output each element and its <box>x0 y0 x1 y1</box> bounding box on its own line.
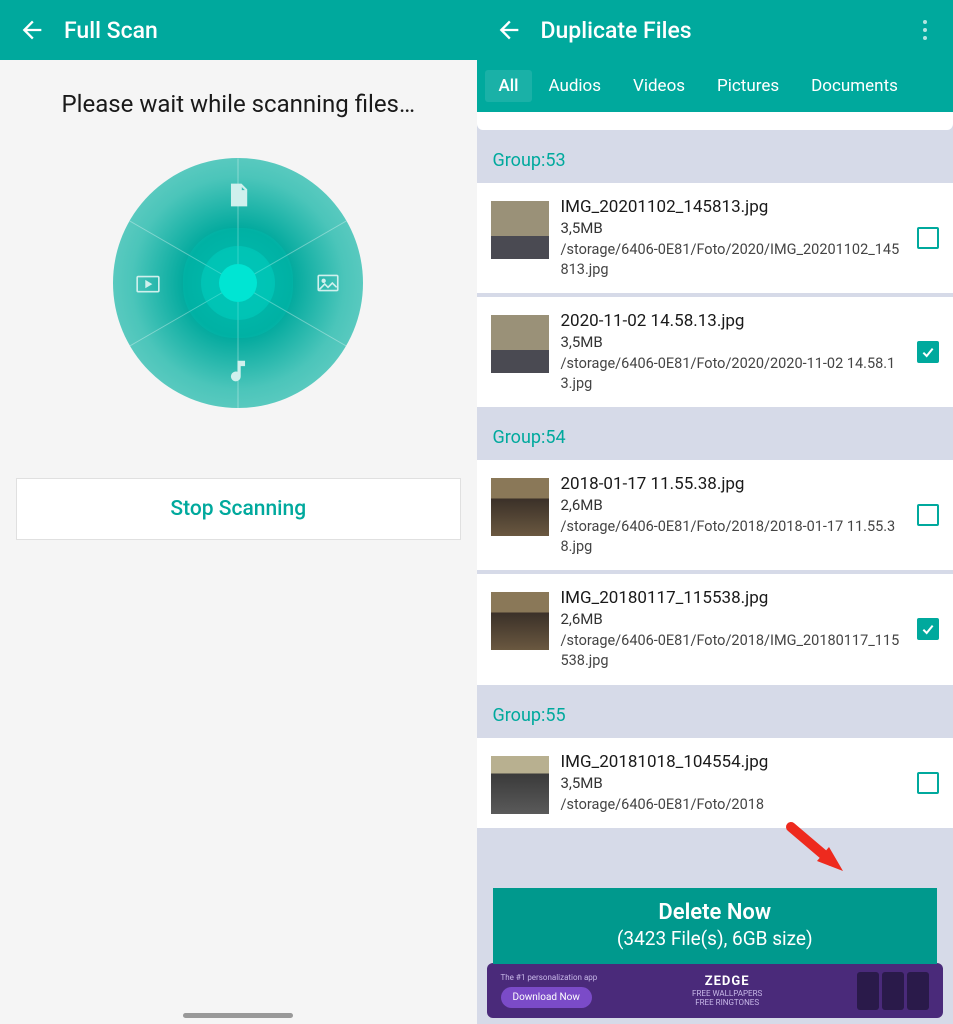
file-size: 2,6MB <box>561 496 906 514</box>
full-scan-screen: Full Scan Please wait while scanning fil… <box>0 0 477 1024</box>
scan-status-text: Please wait while scanning files… <box>62 90 416 118</box>
file-row[interactable]: IMG_20201102_145813.jpg 3,5MB /storage/6… <box>477 183 953 293</box>
tab-all[interactable]: All <box>485 70 533 102</box>
ad-tagline: The #1 personalization app <box>501 973 598 982</box>
file-row[interactable]: IMG_20180117_115538.jpg 2,6MB /storage/6… <box>477 574 953 684</box>
ad-banner[interactable]: The #1 personalization app Download Now … <box>487 963 944 1018</box>
duplicate-files-screen: Duplicate Files All Audios Videos Pictur… <box>477 0 953 1024</box>
file-name: IMG_20181018_104554.jpg <box>561 752 906 772</box>
file-row[interactable]: 2018-01-17 11.55.38.jpg 2,6MB /storage/6… <box>477 460 953 570</box>
file-path: /storage/6406-0E81/Foto/2020/2020-11-02 … <box>561 354 906 393</box>
file-name: IMG_20201102_145813.jpg <box>561 197 906 217</box>
file-path: /storage/6406-0E81/Foto/2018 <box>561 795 906 815</box>
file-name: 2018-01-17 11.55.38.jpg <box>561 474 906 494</box>
scan-content: Please wait while scanning files… Stop S… <box>0 60 477 1024</box>
file-thumbnail <box>491 478 549 536</box>
back-button[interactable] <box>16 14 48 46</box>
ad-download-button[interactable]: Download Now <box>501 987 592 1008</box>
file-checkbox[interactable] <box>917 618 939 640</box>
ad-brand: ZEDGE <box>611 974 843 989</box>
topbar-right: Duplicate Files <box>477 0 953 60</box>
arrow-back-icon <box>18 16 46 44</box>
filter-tabs: All Audios Videos Pictures Documents <box>477 60 953 112</box>
delete-now-button[interactable]: Delete Now (3423 File(s), 6GB size) <box>493 888 938 964</box>
file-size: 3,5MB <box>561 333 906 351</box>
ad-line: FREE RINGTONES <box>611 998 843 1007</box>
file-thumbnail <box>491 756 549 814</box>
group-header: Group:55 <box>477 685 953 738</box>
group-header: Group:53 <box>477 130 953 183</box>
delete-subtitle: (3423 File(s), 6GB size) <box>493 927 938 950</box>
page-title: Full Scan <box>64 17 461 44</box>
file-thumbnail <box>491 201 549 259</box>
topbar-left: Full Scan <box>0 0 477 60</box>
tab-audios[interactable]: Audios <box>532 68 617 104</box>
arrow-back-icon <box>495 16 523 44</box>
tab-pictures[interactable]: Pictures <box>701 68 795 104</box>
file-thumbnail <box>491 315 549 373</box>
file-path: /storage/6406-0E81/Foto/2018/2018-01-17 … <box>561 517 906 556</box>
tab-videos[interactable]: Videos <box>617 68 701 104</box>
file-name: 2020-11-02 14.58.13.jpg <box>561 311 906 331</box>
ad-phones-graphic <box>857 972 929 1010</box>
file-name: IMG_20180117_115538.jpg <box>561 588 906 608</box>
file-row[interactable]: 2020-11-02 14.58.13.jpg 3,5MB /storage/6… <box>477 297 953 407</box>
page-title: Duplicate Files <box>541 17 914 44</box>
music-icon <box>225 358 251 384</box>
file-path: /storage/6406-0E81/Foto/2018/IMG_2018011… <box>561 631 906 670</box>
scan-radar <box>113 158 363 408</box>
file-checkbox[interactable] <box>917 227 939 249</box>
group-header: Group:54 <box>477 407 953 460</box>
stop-scanning-button[interactable]: Stop Scanning <box>16 478 461 540</box>
file-checkbox[interactable] <box>917 772 939 794</box>
document-icon <box>225 182 251 208</box>
file-row[interactable]: IMG_20181018_104554.jpg 3,5MB /storage/6… <box>477 738 953 829</box>
file-checkbox[interactable] <box>917 341 939 363</box>
video-icon <box>135 270 161 296</box>
overflow-menu-button[interactable] <box>913 18 937 42</box>
nav-pill <box>183 1013 293 1018</box>
file-size: 3,5MB <box>561 219 906 237</box>
file-size: 2,6MB <box>561 610 906 628</box>
file-path: /storage/6406-0E81/Foto/2020/IMG_2020110… <box>561 240 906 279</box>
file-thumbnail <box>491 592 549 650</box>
file-size: 3,5MB <box>561 774 906 792</box>
back-button[interactable] <box>493 14 525 46</box>
tab-documents[interactable]: Documents <box>795 68 914 104</box>
delete-title: Delete Now <box>493 900 938 925</box>
file-checkbox[interactable] <box>917 504 939 526</box>
picture-icon <box>315 270 341 296</box>
ad-line: FREE WALLPAPERS <box>611 989 843 998</box>
